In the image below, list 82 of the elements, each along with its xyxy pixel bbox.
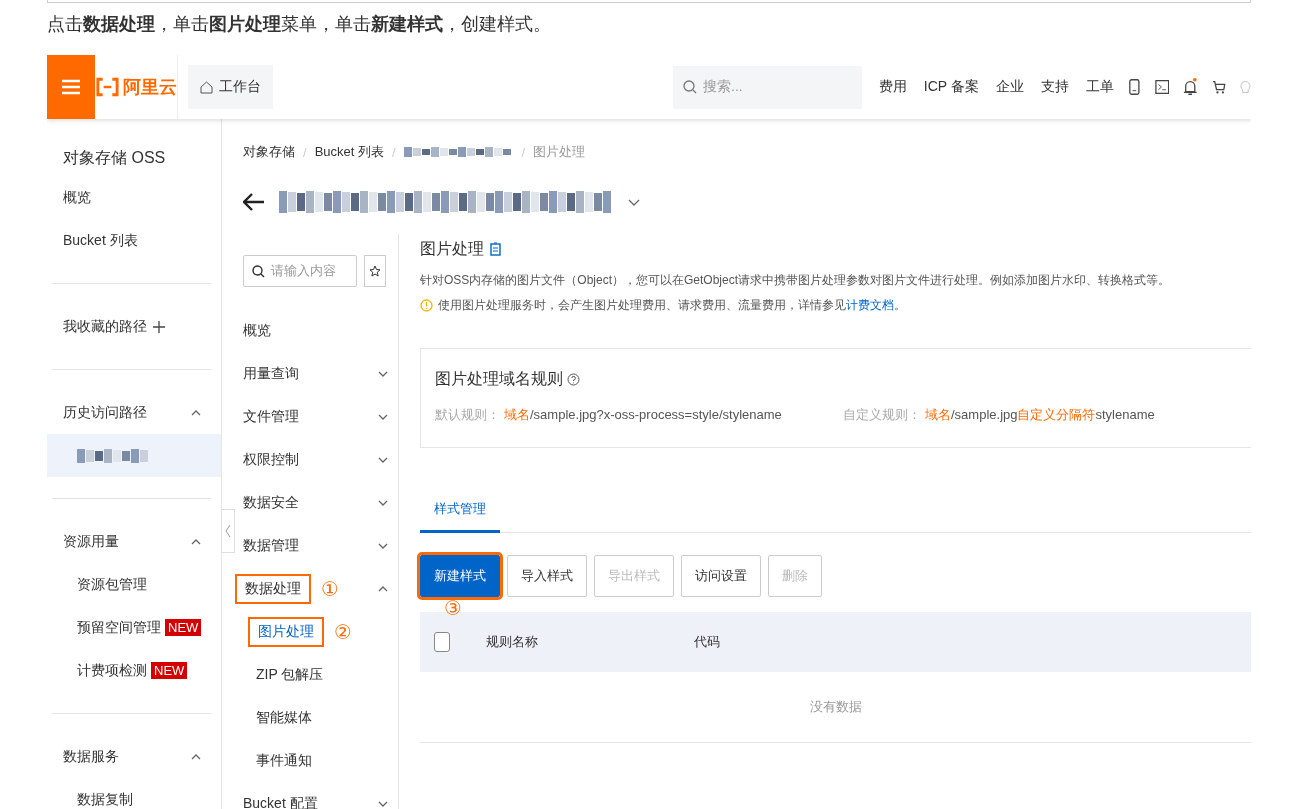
nav-link[interactable]: ICP 备案 <box>923 78 979 96</box>
section-header[interactable]: 资源用量 <box>63 532 119 551</box>
star-button[interactable] <box>364 255 386 287</box>
nav-item[interactable]: 事件通知 <box>256 747 312 774</box>
sidebar-item[interactable]: 预留空间管理 NEW <box>47 606 221 649</box>
search-icon <box>683 80 698 94</box>
nav-item[interactable]: Bucket 配置 <box>243 790 318 809</box>
menu-button[interactable] <box>47 55 96 119</box>
item-label: Bucket 列表 <box>63 231 138 250</box>
description-text: 针对OSS内存储的图片文件（Object），您可以在GetObject请求中携带图片处理参数对图片文件进行处理。例如添加图片水印、转换格式等。 <box>420 272 1172 289</box>
step-number: ③ <box>444 597 462 619</box>
terminal-icon[interactable] <box>1154 79 1170 95</box>
logo-icon <box>95 77 121 97</box>
sidebar-title: 对象存储 OSS <box>63 149 166 166</box>
empty-text: 没有数据 <box>809 698 862 716</box>
nav-item[interactable]: 权限控制 <box>243 446 299 473</box>
section-header[interactable]: 数据服务 <box>63 747 119 766</box>
star-icon <box>369 265 381 277</box>
sidebar-item[interactable]: 计费项检测 NEW <box>47 649 221 692</box>
document-icon[interactable] <box>490 242 501 256</box>
item-label: 资源包管理 <box>77 575 147 594</box>
nav-item[interactable]: 数据处理 <box>235 573 311 604</box>
help-icon[interactable] <box>567 373 580 386</box>
breadcrumb-separator: / <box>392 144 396 160</box>
nav-item[interactable]: 智能媒体 <box>256 704 312 731</box>
page-title: 图片处理 <box>420 238 484 259</box>
warning-icon <box>420 299 433 312</box>
card-title: 图片处理域名规则 <box>435 369 563 389</box>
toolbar-button[interactable]: 访问设置 <box>681 555 761 597</box>
column-header: 规则名称 <box>486 633 539 651</box>
column-header: 代码 <box>694 633 721 651</box>
checkbox[interactable] <box>434 632 450 652</box>
rule-text: 自定义规则： 域名/sample.jpg自定义分隔符stylename <box>843 406 1156 424</box>
nav-item[interactable]: 概览 <box>243 317 271 344</box>
item-label: 数据复制 <box>77 790 133 809</box>
new-badge: NEW <box>165 619 202 636</box>
logo-text: 阿里云 <box>123 76 178 99</box>
bell-icon[interactable] <box>1183 77 1198 97</box>
nav-link[interactable]: 企业 <box>995 78 1024 96</box>
nav-link[interactable]: 费用 <box>878 78 907 96</box>
home-icon <box>200 80 214 94</box>
toolbar-button[interactable]: 新建样式 <box>420 555 500 597</box>
notice-text: 使用图片处理服务时，会产生图片处理费用、请求费用、流量费用，详情参见计费文档。 <box>438 297 906 314</box>
nav-item[interactable]: 文件管理 <box>243 403 299 430</box>
workbench-button[interactable]: 工作台 <box>188 65 274 109</box>
nav-item[interactable]: ZIP 包解压 <box>256 661 324 688</box>
nav-item[interactable]: 数据管理 <box>243 532 299 559</box>
item-label: 计费项检测 <box>77 661 147 680</box>
section-header[interactable]: 历史访问路径 <box>63 403 147 422</box>
search-icon <box>252 264 265 278</box>
new-badge: NEW <box>151 662 188 679</box>
breadcrumb-link[interactable]: Bucket 列表 <box>314 143 384 161</box>
nav-item[interactable]: 用量查询 <box>243 360 299 387</box>
breadcrumb-link[interactable]: 对象存储 <box>243 143 295 161</box>
item-label: 预留空间管理 <box>77 618 161 637</box>
nav-link[interactable]: 支持 <box>1040 78 1069 96</box>
collapse-handle[interactable] <box>221 509 235 553</box>
section-header[interactable]: 我收藏的路径 <box>63 317 147 336</box>
rule-text: 默认规则： 域名/sample.jpg?x-oss-process=style/stylename <box>435 406 783 424</box>
phone-app-icon[interactable] <box>1127 78 1141 96</box>
sidebar-item[interactable]: Bucket 列表 <box>47 219 221 262</box>
nav-item[interactable]: 图片处理 <box>248 616 324 647</box>
sidebar-item[interactable]: 资源包管理 <box>47 563 221 606</box>
breadcrumb-separator: / <box>303 144 307 160</box>
cart-icon[interactable] <box>1211 79 1227 95</box>
plus-icon[interactable] <box>153 320 165 333</box>
sidebar-item[interactable] <box>47 434 221 477</box>
menu-icon <box>62 79 81 95</box>
chevron-down-icon[interactable] <box>628 198 640 206</box>
back-arrow-icon[interactable] <box>243 193 265 211</box>
nav-link[interactable]: 工单 <box>1085 78 1114 96</box>
sidebar-item[interactable]: 数据复制 <box>47 778 221 809</box>
nav-item[interactable]: 数据安全 <box>243 489 299 516</box>
step-number: ① <box>321 576 339 601</box>
billing-link[interactable]: 计费文档 <box>846 298 894 312</box>
tab[interactable]: 样式管理 <box>420 488 500 533</box>
item-label: 概览 <box>63 188 91 207</box>
step-number: ② <box>334 619 352 644</box>
sidebar-item[interactable]: 概览 <box>47 176 221 219</box>
breadcrumb-separator: / <box>521 144 526 160</box>
instruction-text: 点击数据处理，单击图片处理菜单，单击新建样式，创建样式。 <box>47 13 552 36</box>
toolbar-button[interactable]: 导入样式 <box>507 555 587 597</box>
